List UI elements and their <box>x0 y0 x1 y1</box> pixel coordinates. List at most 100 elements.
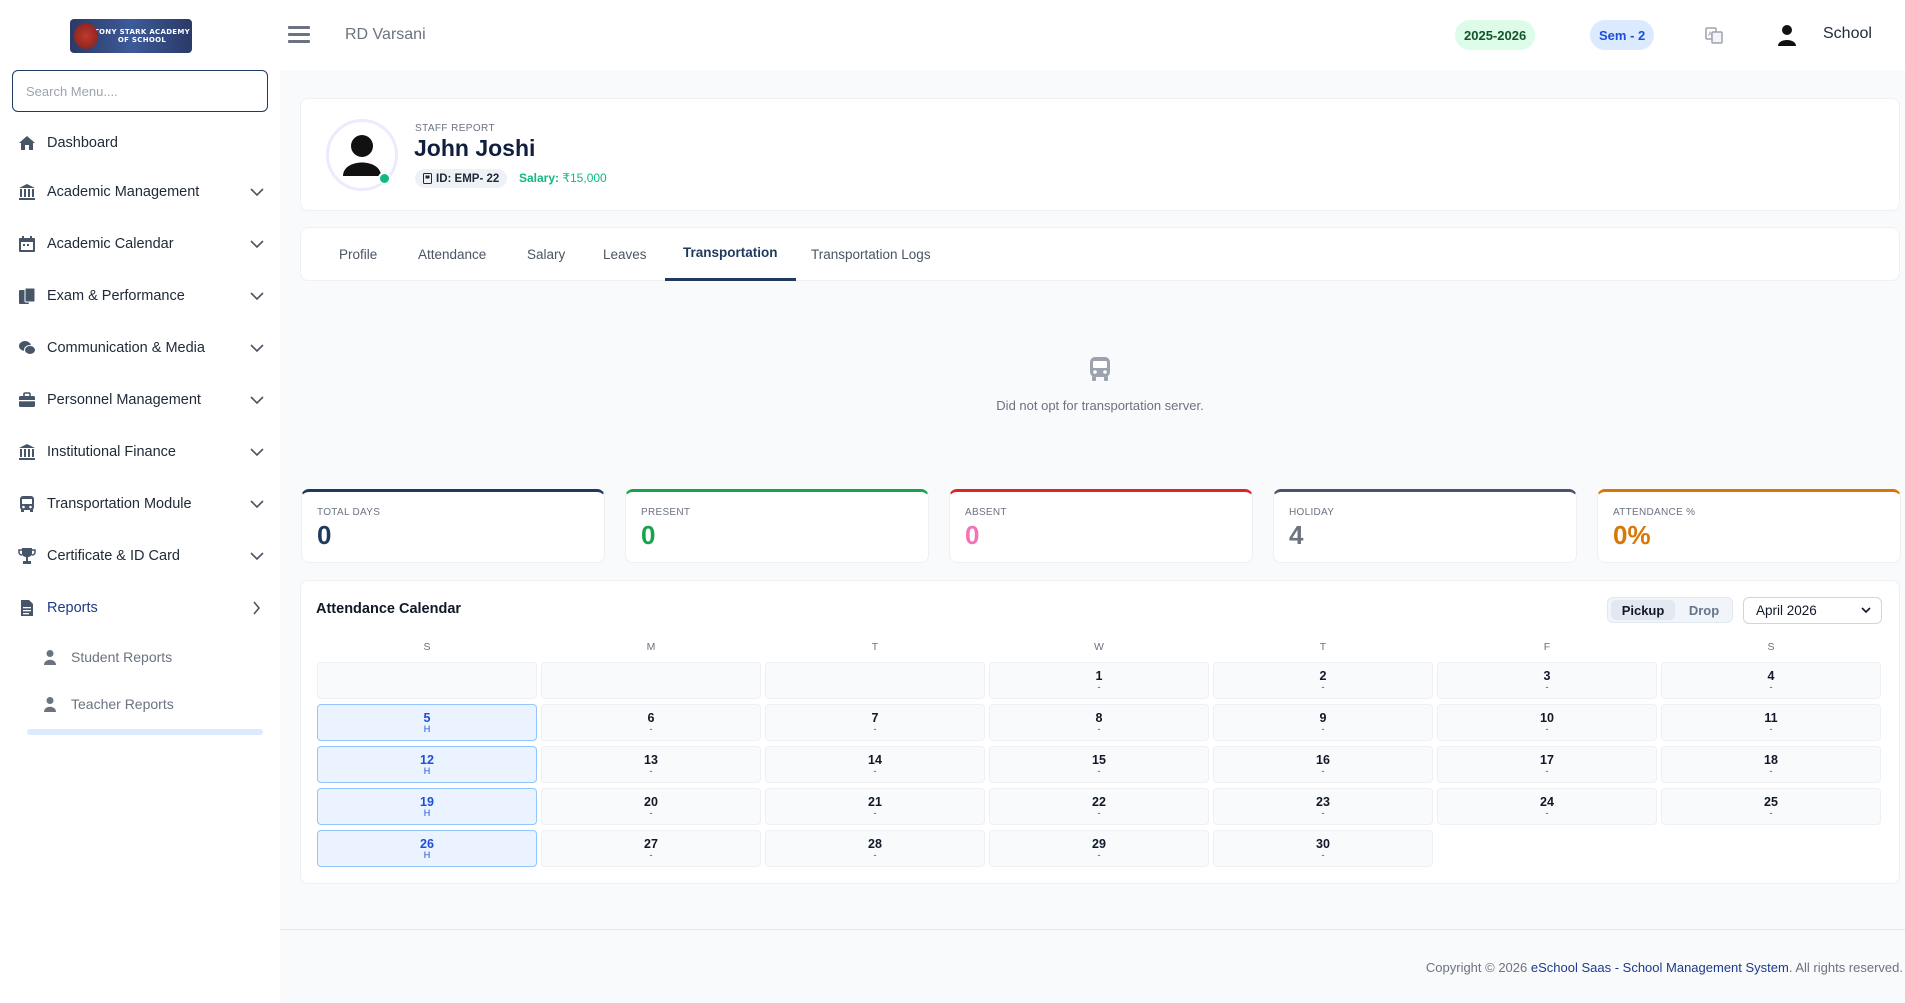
calendar-day[interactable]: 7- <box>765 704 985 741</box>
tab-salary[interactable]: Salary <box>509 227 583 281</box>
submenu-item-teacher-reports[interactable]: Teacher Reports <box>0 686 280 722</box>
day-status: - <box>1321 724 1325 734</box>
day-number: 25 <box>1764 795 1778 809</box>
calendar-day[interactable]: 10- <box>1437 704 1657 741</box>
calendar-day[interactable]: 27- <box>541 830 761 867</box>
calendar-day[interactable]: 18- <box>1661 746 1881 783</box>
calendar-day[interactable]: 2- <box>1213 662 1433 699</box>
sidebar-item-label: Academic Calendar <box>47 236 174 252</box>
semester-badge[interactable]: Sem - 2 <box>1590 20 1655 50</box>
school-name: RD Varsani <box>345 26 426 43</box>
calendar-day[interactable]: 1- <box>989 662 1209 699</box>
day-number: 2 <box>1319 669 1327 683</box>
calendar-day[interactable]: 22- <box>989 788 1209 825</box>
day-number: 30 <box>1316 837 1330 851</box>
chevron-down-icon <box>250 396 264 405</box>
tab-profile[interactable]: Profile <box>321 227 395 281</box>
calendar-day[interactable]: 20- <box>541 788 761 825</box>
calendar-day[interactable]: 28- <box>765 830 985 867</box>
calendar-day[interactable]: 30- <box>1213 830 1433 867</box>
footer-link[interactable]: eSchool Saas - School Management System <box>1531 960 1789 975</box>
day-number: 5 <box>423 711 431 725</box>
calendar-day[interactable]: 12 H <box>317 746 537 783</box>
home-icon <box>19 136 35 150</box>
drop-button[interactable]: Drop <box>1678 600 1730 620</box>
calendar-day[interactable]: 4- <box>1661 662 1881 699</box>
pickup-drop-toggle: Pickup Drop <box>1607 597 1733 623</box>
search-menu-input[interactable] <box>12 70 268 112</box>
day-status: - <box>1769 682 1773 692</box>
calendar-day[interactable]: 15- <box>989 746 1209 783</box>
sidebar-item-institutional-finance[interactable]: Institutional Finance <box>0 432 280 472</box>
submenu-item-student-reports[interactable]: Student Reports <box>0 639 280 675</box>
day-number: 1 <box>1095 669 1103 683</box>
calendar-day[interactable]: 8- <box>989 704 1209 741</box>
calendar-day[interactable]: 23- <box>1213 788 1433 825</box>
sidebar-item-exam-performance[interactable]: Exam & Performance <box>0 276 280 316</box>
language-icon[interactable]: A <box>1704 25 1724 45</box>
tab-attendance[interactable]: Attendance <box>400 227 504 281</box>
day-status: - <box>1321 808 1325 818</box>
stat-value: 0 <box>317 520 332 550</box>
tab-leaves[interactable]: Leaves <box>585 227 665 281</box>
calendar-day[interactable]: 3- <box>1437 662 1657 699</box>
calendar-day[interactable]: 19 H <box>317 788 537 825</box>
logo-emblem <box>74 23 98 49</box>
calendar-empty-cell <box>541 662 761 699</box>
staff-id-badge: ID: EMP- 22 <box>415 169 508 188</box>
day-status: H <box>423 766 431 776</box>
calendar-day[interactable]: 14- <box>765 746 985 783</box>
stat-value: 0 <box>965 520 980 550</box>
sidebar-scrollbar[interactable] <box>27 729 263 735</box>
calendar-day[interactable]: 13- <box>541 746 761 783</box>
no-transport-message: Did not opt for transportation server. <box>996 398 1204 413</box>
calendar-day[interactable]: 6- <box>541 704 761 741</box>
day-number: 17 <box>1540 753 1554 767</box>
tab-transportation[interactable]: Transportation <box>665 227 796 281</box>
chevron-down-icon <box>250 552 264 561</box>
sidebar-item-certificate-id-card[interactable]: Certificate & ID Card <box>0 536 280 576</box>
report-file-icon <box>21 600 33 616</box>
day-status: - <box>649 808 653 818</box>
calendar-day[interactable]: 25- <box>1661 788 1881 825</box>
calendar-day[interactable]: 17- <box>1437 746 1657 783</box>
sidebar-item-transportation-module[interactable]: Transportation Module <box>0 484 280 524</box>
calendar-icon <box>19 236 35 252</box>
day-number: 8 <box>1095 711 1103 725</box>
user-icon <box>44 697 56 712</box>
month-select[interactable]: April 2026 <box>1743 597 1882 624</box>
trophy-icon <box>18 548 36 564</box>
user-name[interactable]: School <box>1823 25 1872 43</box>
academic-year-badge[interactable]: 2025-2026 <box>1455 20 1536 50</box>
user-avatar-icon[interactable] <box>1777 24 1797 46</box>
sidebar-item-academic-management[interactable]: Academic Management <box>0 172 280 212</box>
tab-transportation-logs[interactable]: Transportation Logs <box>793 227 949 281</box>
day-number: 9 <box>1319 711 1327 725</box>
calendar-day[interactable]: 9- <box>1213 704 1433 741</box>
sidebar-item-dashboard[interactable]: Dashboard <box>0 123 280 163</box>
pickup-button[interactable]: Pickup <box>1611 600 1675 620</box>
menu-toggle-icon[interactable] <box>288 26 310 44</box>
month-select-value: April 2026 <box>1756 603 1817 618</box>
day-number: 22 <box>1092 795 1106 809</box>
school-logo[interactable]: TONY STARK ACADEMY OF SCHOOL <box>70 19 192 53</box>
sidebar-item-communication-media[interactable]: Communication & Media <box>0 328 280 368</box>
day-number: 18 <box>1764 753 1778 767</box>
stat-card-attendance: ATTENDANCE % 0% <box>1597 489 1901 563</box>
day-status: H <box>423 850 431 860</box>
sidebar-item-personnel-management[interactable]: Personnel Management <box>0 380 280 420</box>
calendar-day[interactable]: 29- <box>989 830 1209 867</box>
calendar-day[interactable]: 26 H <box>317 830 537 867</box>
sidebar-item-academic-calendar[interactable]: Academic Calendar <box>0 224 280 264</box>
online-status-indicator <box>378 172 391 185</box>
sidebar-item-reports[interactable]: Reports <box>0 588 280 628</box>
day-status: H <box>423 724 431 734</box>
calendar-day[interactable]: 11- <box>1661 704 1881 741</box>
day-status: - <box>1097 766 1101 776</box>
calendar-day[interactable]: 16- <box>1213 746 1433 783</box>
day-number: 24 <box>1540 795 1554 809</box>
calendar-day[interactable]: 24- <box>1437 788 1657 825</box>
institution-icon <box>18 183 36 201</box>
calendar-day[interactable]: 21- <box>765 788 985 825</box>
calendar-day[interactable]: 5H <box>317 704 537 741</box>
